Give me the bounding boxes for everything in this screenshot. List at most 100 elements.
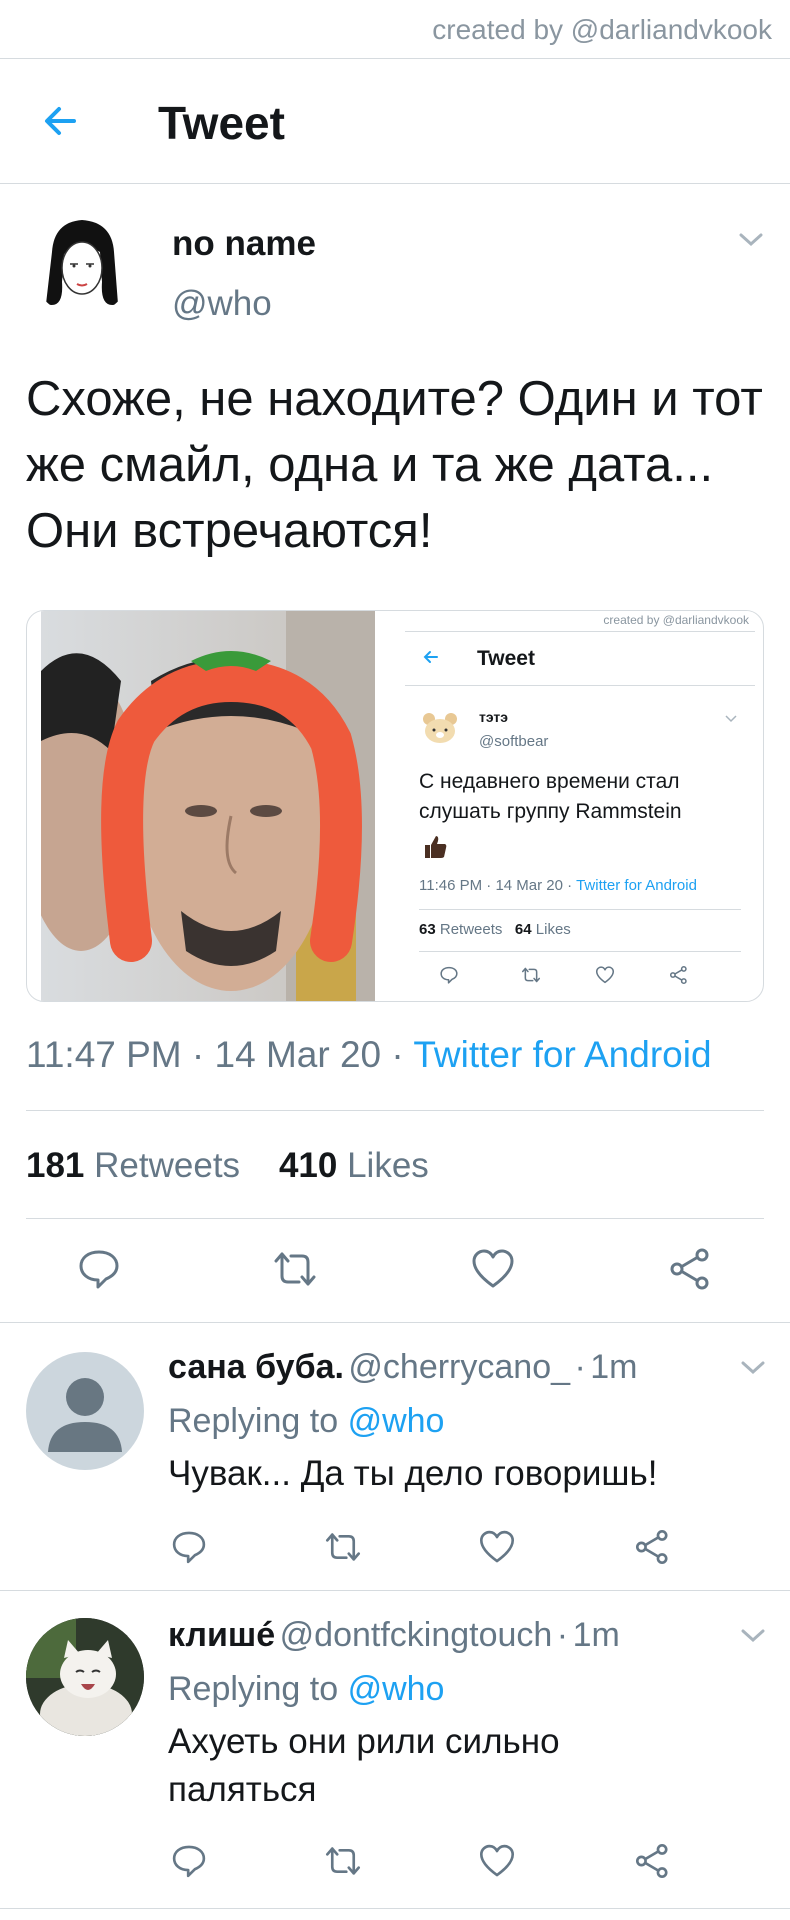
retweet-icon: [325, 1533, 361, 1561]
meta-separator: ·: [486, 877, 492, 894]
share-button[interactable]: [634, 1528, 672, 1571]
reply-item[interactable]: сана буба. @cherrycano_ · 1m Replying to…: [0, 1322, 790, 1588]
reply-icon: [172, 1531, 206, 1564]
share-icon: [635, 1843, 668, 1879]
reply-button[interactable]: [76, 1246, 122, 1297]
reply-icon: [172, 1845, 206, 1878]
arrow-left-icon: [423, 651, 438, 663]
chevron-down-icon: [739, 233, 763, 247]
chevron-down-icon[interactable]: [740, 1360, 766, 1376]
embedded-retweet-count: 63: [419, 921, 436, 938]
likes-stat[interactable]: 410 Likes: [279, 1146, 429, 1185]
meta-separator: ·: [567, 877, 573, 894]
retweet-icon: [521, 967, 541, 983]
watermark-text: created by @darliandvkook: [432, 14, 772, 45]
meta-separator: ·: [191, 1034, 205, 1075]
share-button[interactable]: [668, 1246, 714, 1297]
reply-header: сана буба. @cherrycano_ · 1m: [168, 1348, 638, 1387]
meta-separator: ·: [574, 1348, 586, 1386]
like-button[interactable]: [478, 1842, 516, 1885]
retweet-icon: [325, 1847, 361, 1875]
divider: [26, 1110, 764, 1111]
retweet-icon: [274, 1252, 316, 1286]
replying-to-label: Replying to: [168, 1402, 339, 1440]
embedded-avatar: [419, 707, 461, 749]
embedded-retweets-label: Retweets: [439, 921, 503, 938]
likes-label: Likes: [347, 1146, 429, 1185]
reply-text: Чувак... Да ты дело говоришь!: [168, 1454, 658, 1493]
reply-button[interactable]: [170, 1528, 208, 1571]
retweet-count: 181: [26, 1146, 85, 1185]
reply-time: 1m: [590, 1348, 638, 1386]
divider: [405, 685, 755, 686]
divider: [419, 951, 741, 952]
tweet-date: 14 Mar 20: [214, 1034, 382, 1075]
share-icon: [635, 1529, 668, 1565]
reply-text: Ахуеть они рили сильно паляться: [168, 1722, 560, 1809]
photo-image[interactable]: [41, 611, 375, 1001]
reply-icon: [79, 1250, 119, 1289]
reply-author-handle[interactable]: @dontfckingtouch: [280, 1616, 553, 1654]
embedded-likes-label: Likes: [535, 921, 571, 938]
author-avatar[interactable]: [30, 212, 134, 316]
embedded-text-line: слушать группу Rammstein: [419, 800, 682, 823]
replying-to-label: Replying to: [168, 1670, 339, 1708]
page-title: Tweet: [158, 97, 285, 149]
replying-to-link[interactable]: @who: [348, 1670, 445, 1708]
chevron-down-icon[interactable]: [740, 1628, 766, 1644]
back-button[interactable]: [40, 100, 82, 142]
like-count: 410: [278, 1146, 338, 1185]
reply-time: 1m: [572, 1616, 620, 1654]
reply-author-name[interactable]: клишé: [168, 1616, 275, 1654]
reply-avatar[interactable]: [26, 1618, 144, 1736]
retweet-button[interactable]: [272, 1246, 318, 1297]
divider: [405, 631, 755, 632]
replying-to-line: Replying to @who: [168, 1670, 444, 1709]
embedded-text-line: С недавнего времени стал: [419, 770, 680, 793]
embedded-author-name: тэтэ: [479, 709, 508, 725]
reply-author-handle[interactable]: @cherrycano_: [348, 1348, 570, 1386]
heart-icon: [595, 966, 615, 984]
header-divider: [0, 183, 790, 184]
retweet-button[interactable]: [324, 1842, 362, 1885]
divider: [0, 1908, 790, 1909]
share-button[interactable]: [634, 1842, 672, 1885]
reply-item[interactable]: клишé @dontfckingtouch · 1m Replying to …: [0, 1590, 790, 1905]
retweet-button[interactable]: [324, 1528, 362, 1571]
like-button[interactable]: [478, 1528, 516, 1571]
embedded-source: Twitter for Android: [576, 877, 697, 894]
tweet-menu-button[interactable]: [738, 232, 764, 253]
reply-header: клишé @dontfckingtouch · 1m: [168, 1616, 620, 1655]
reply-avatar[interactable]: [26, 1352, 144, 1470]
retweets-stat[interactable]: 181 Retweets: [26, 1146, 240, 1185]
tweet-media[interactable]: created by @darliandvkook Tweet тэтэ @so…: [26, 610, 764, 1002]
embedded-title: Tweet: [477, 647, 535, 670]
reply-icon: [440, 966, 458, 984]
tweet-text: Схоже, не находите? Один и тот же смайл,…: [26, 372, 763, 558]
embedded-date: 14 Mar 20: [495, 877, 563, 894]
thumbs-up-icon: [425, 836, 447, 858]
embedded-text: С недавнего времени стал слушать группу …: [419, 767, 682, 827]
share-icon: [670, 1248, 709, 1290]
tweet-time: 11:47 PM: [26, 1034, 182, 1075]
embedded-like-count: 64: [514, 921, 532, 938]
tweet-source-link[interactable]: Twitter for Android: [413, 1034, 711, 1075]
embedded-counts: 63 Retweets 64 Likes: [419, 921, 571, 938]
replying-to-line: Replying to @who: [168, 1402, 444, 1441]
screenshot-image[interactable]: created by @darliandvkook Tweet тэтэ @so…: [405, 611, 755, 1001]
author-name[interactable]: no name: [172, 224, 316, 264]
author-handle[interactable]: @who: [172, 284, 272, 324]
share-icon: [669, 965, 687, 985]
reply-author-name[interactable]: сана буба.: [168, 1348, 344, 1386]
reply-button[interactable]: [170, 1842, 208, 1885]
heart-icon: [472, 1249, 514, 1288]
like-button[interactable]: [470, 1246, 516, 1297]
arrow-left-icon: [45, 107, 76, 135]
divider: [419, 909, 741, 910]
replying-to-link[interactable]: @who: [348, 1402, 445, 1440]
divider: [0, 58, 790, 59]
chevron-down-icon: [725, 715, 737, 723]
embedded-author-handle: @softbear: [479, 733, 549, 750]
meta-separator: ·: [556, 1616, 569, 1654]
embedded-time: 11:46 PM: [419, 877, 483, 894]
